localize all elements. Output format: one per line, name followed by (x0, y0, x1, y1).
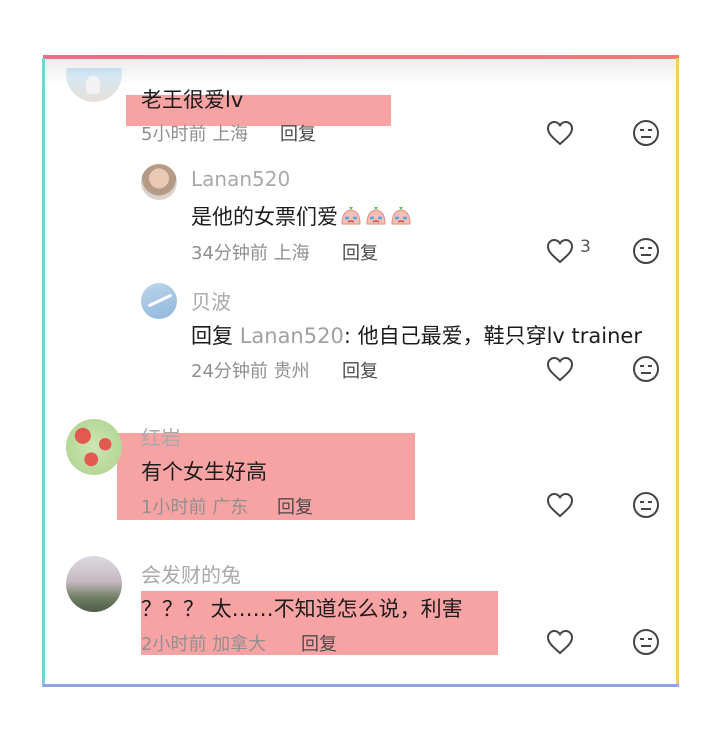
frame-border-right (676, 58, 679, 687)
mention-link[interactable]: Lanan520 (240, 324, 344, 348)
comment-time: 24分钟前 贵州 (191, 361, 310, 382)
neutral-face-icon[interactable] (632, 628, 660, 656)
commenter-name[interactable]: 贝波 (191, 286, 231, 315)
heart-outline-icon[interactable] (546, 238, 574, 264)
reply-button[interactable]: 回复 (342, 357, 378, 383)
avatar[interactable] (141, 283, 177, 319)
reply-button[interactable]: 回复 (301, 630, 337, 656)
comment-text: 是他的女票们爱 (191, 201, 413, 231)
comment-text: 有个女生好高 (141, 460, 267, 484)
comment-text: 老王很爱lv (141, 88, 244, 112)
neutral-face-icon[interactable] (632, 119, 660, 147)
reply-button[interactable]: 回复 (342, 239, 378, 265)
comment-time: 2小时前 加拿大 (141, 634, 267, 655)
comment-time: 1小时前 广东 (141, 497, 249, 518)
reply-button[interactable]: 回复 (280, 120, 316, 146)
heart-outline-icon[interactable] (546, 492, 574, 518)
commenter-name[interactable]: 会发财的兔 (141, 559, 241, 588)
heart-outline-icon[interactable] (546, 629, 574, 655)
avatar[interactable] (66, 419, 122, 475)
top-fade (45, 59, 676, 85)
comment-text: 回复 Lanan520: 他自己最爱，鞋只穿lv trainer (191, 324, 642, 348)
neutral-face-icon[interactable] (632, 491, 660, 519)
crying-face-emoji (366, 207, 386, 225)
comment-time: 5小时前 上海 (141, 124, 249, 145)
comment-time: 34分钟前 上海 (191, 243, 310, 264)
frame-border-left (42, 58, 45, 687)
frame-border-top (43, 55, 679, 59)
comment-text: ？？？ 太……不知道怎么说，利害 (141, 597, 463, 621)
reply-button[interactable]: 回复 (277, 493, 313, 519)
neutral-face-icon[interactable] (632, 355, 660, 383)
avatar[interactable] (141, 164, 177, 200)
heart-outline-icon[interactable] (546, 120, 574, 146)
frame-border-bottom (43, 684, 679, 687)
heart-outline-icon[interactable] (546, 356, 574, 382)
neutral-face-icon[interactable] (632, 237, 660, 265)
crying-face-emoji (341, 207, 361, 225)
commenter-name[interactable]: 红岩 (141, 422, 181, 451)
like-count: 3 (580, 237, 591, 257)
commenter-name[interactable]: Lanan520 (191, 167, 290, 191)
avatar[interactable] (66, 556, 122, 612)
crying-face-emoji (391, 207, 411, 225)
